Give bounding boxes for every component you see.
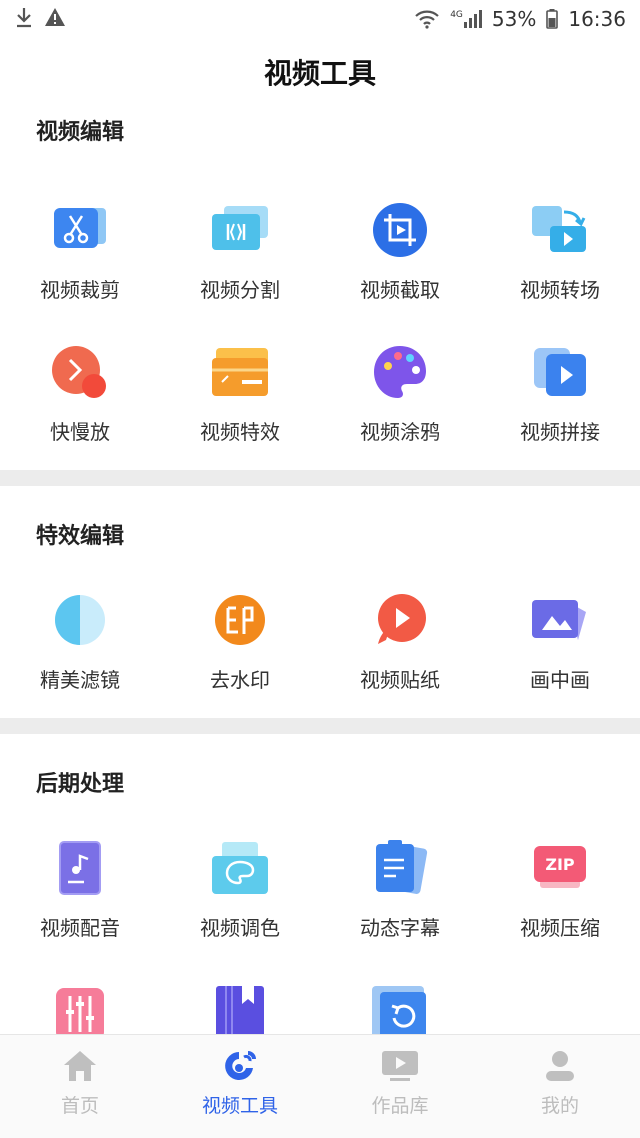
wifi-icon bbox=[414, 9, 440, 29]
tool-video-doodle[interactable]: 视频涂鸦 bbox=[320, 340, 480, 445]
tool-label: 快慢放 bbox=[50, 420, 110, 444]
battery-icon bbox=[546, 9, 559, 29]
tool-speed[interactable]: 快慢放 bbox=[0, 340, 160, 445]
tool-picture-in-picture[interactable]: 画中画 bbox=[480, 588, 640, 693]
download-icon bbox=[14, 6, 34, 33]
tool-label: 视频分割 bbox=[200, 278, 280, 302]
speed-icon bbox=[48, 340, 112, 404]
tool-label: 视频压缩 bbox=[520, 916, 600, 940]
tool-label: 精美滤镜 bbox=[40, 668, 120, 692]
tab-label: 视频工具 bbox=[201, 1095, 278, 1117]
warning-icon bbox=[44, 7, 66, 32]
tool-video-dubbing[interactable]: 视频配音 bbox=[0, 836, 160, 941]
tool-dynamic-subtitle[interactable]: 动态字幕 bbox=[320, 836, 480, 941]
filter-icon bbox=[48, 588, 112, 652]
tools-icon bbox=[222, 1049, 258, 1087]
music-icon bbox=[48, 836, 112, 900]
tab-video-tools[interactable]: 视频工具 bbox=[160, 1035, 320, 1138]
scissors-icon bbox=[48, 198, 112, 262]
tool-label: 视频贴纸 bbox=[360, 668, 440, 692]
merge-icon bbox=[528, 340, 592, 404]
library-icon bbox=[380, 1049, 420, 1087]
tool-video-split[interactable]: 视频分割 bbox=[160, 198, 320, 303]
tool-video-compress[interactable]: ZIP 视频压缩 bbox=[480, 836, 640, 941]
status-bar: 4G 53% 16:36 bbox=[0, 0, 640, 38]
section-title-post-processing: 后期处理 bbox=[36, 772, 125, 797]
effects-icon bbox=[208, 340, 272, 404]
section-divider bbox=[0, 470, 640, 486]
section-title-effects-edit: 特效编辑 bbox=[36, 524, 125, 549]
tab-home[interactable]: 首页 bbox=[0, 1035, 160, 1138]
tool-label: 动态字幕 bbox=[360, 916, 440, 940]
tool-label: 视频涂鸦 bbox=[360, 420, 440, 444]
transition-icon bbox=[528, 198, 592, 262]
section-divider bbox=[0, 718, 640, 734]
svg-text:ZIP: ZIP bbox=[545, 855, 575, 874]
tool-remove-watermark[interactable]: 去水印 bbox=[160, 588, 320, 693]
profile-icon bbox=[542, 1049, 578, 1087]
network-type: 4G bbox=[450, 10, 463, 20]
tool-label: 视频调色 bbox=[200, 916, 280, 940]
tool-label: 视频配音 bbox=[40, 916, 120, 940]
tab-label: 我的 bbox=[540, 1095, 579, 1117]
split-icon bbox=[208, 198, 272, 262]
watermark-icon bbox=[208, 588, 272, 652]
tool-filter[interactable]: 精美滤镜 bbox=[0, 588, 160, 693]
bottom-tab-bar: 首页 视频工具 作品库 我的 bbox=[0, 1034, 640, 1138]
picture-in-picture-icon bbox=[528, 588, 592, 652]
tab-profile[interactable]: 我的 bbox=[480, 1035, 640, 1138]
tab-library[interactable]: 作品库 bbox=[320, 1035, 480, 1138]
tool-label: 视频转场 bbox=[520, 278, 600, 302]
tool-label: 视频截取 bbox=[360, 278, 440, 302]
tool-video-crop[interactable]: 视频裁剪 bbox=[0, 198, 160, 303]
page-title: 视频工具 bbox=[263, 57, 376, 90]
tool-label: 画中画 bbox=[530, 668, 590, 692]
tool-video-merge[interactable]: 视频拼接 bbox=[480, 340, 640, 445]
tool-label: 视频拼接 bbox=[520, 420, 600, 444]
home-icon bbox=[62, 1049, 98, 1087]
section-title-video-edit: 视频编辑 bbox=[36, 120, 125, 145]
tool-video-sticker[interactable]: 视频贴纸 bbox=[320, 588, 480, 693]
subtitle-icon bbox=[368, 836, 432, 900]
zip-icon: ZIP bbox=[528, 836, 592, 900]
tool-label: 去水印 bbox=[210, 668, 270, 692]
signal-icon: 4G bbox=[450, 10, 482, 28]
tab-label: 作品库 bbox=[371, 1095, 429, 1117]
tool-video-color[interactable]: 视频调色 bbox=[160, 836, 320, 941]
tool-label: 视频裁剪 bbox=[40, 278, 120, 302]
sticker-icon bbox=[368, 588, 432, 652]
tool-video-effects[interactable]: 视频特效 bbox=[160, 340, 320, 445]
clock: 16:36 bbox=[568, 7, 626, 31]
tool-label: 视频特效 bbox=[200, 420, 280, 444]
tab-label: 首页 bbox=[60, 1095, 99, 1117]
color-icon bbox=[208, 836, 272, 900]
tool-video-clip[interactable]: 视频截取 bbox=[320, 198, 480, 303]
palette-icon bbox=[368, 340, 432, 404]
battery-percent: 53% bbox=[491, 7, 537, 31]
crop-icon bbox=[368, 198, 432, 262]
tool-video-transition[interactable]: 视频转场 bbox=[480, 198, 640, 303]
